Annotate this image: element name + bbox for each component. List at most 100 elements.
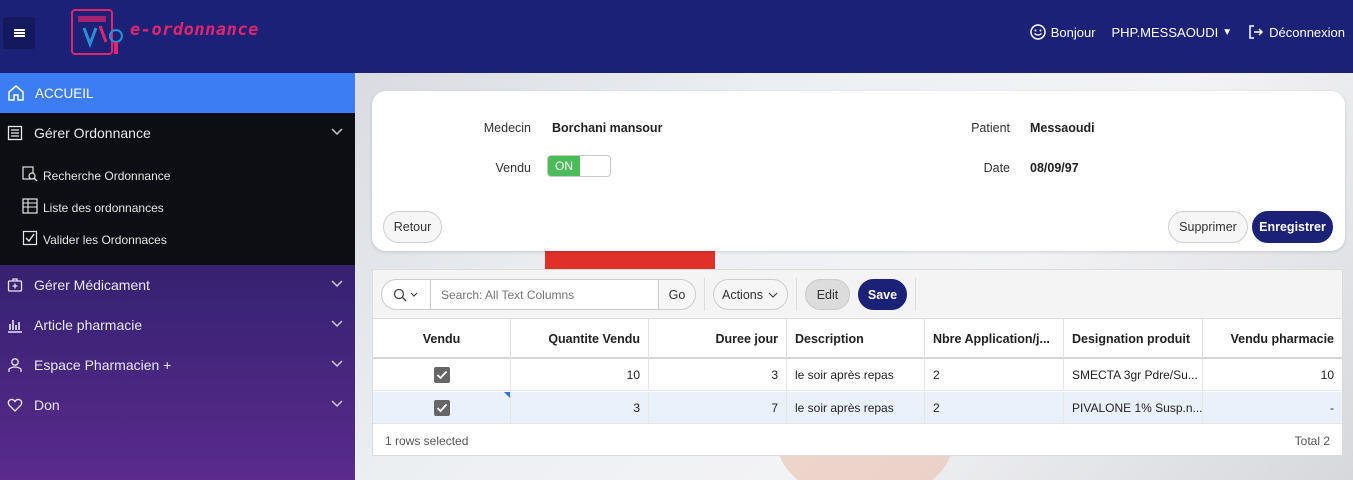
cell-vendu-pharmacie[interactable]: 10 [1203, 359, 1342, 391]
cell-designation[interactable]: PIVALONE 1% Susp.n... [1064, 392, 1203, 424]
sidebar-item-gerer-medicament[interactable]: Gérer Médicament [0, 265, 355, 305]
toggle-on-label: ON [548, 156, 580, 176]
toolbar-separator [796, 278, 797, 311]
sidebar: ACCUEIL Gérer Ordonnance Recherche Ordon… [0, 73, 355, 480]
cell-quantite[interactable]: 10 [511, 359, 649, 391]
date-value: 08/09/97 [1030, 161, 1079, 175]
supprimer-button[interactable]: Supprimer [1168, 211, 1248, 243]
grid-footer: 1 rows selected Total 2 [373, 425, 1342, 455]
total-count: Total 2 [1294, 434, 1330, 448]
cell-duree[interactable]: 7 [649, 392, 787, 424]
chevron-down-icon [768, 292, 778, 298]
column-header-quantite[interactable]: Quantite Vendu [511, 319, 649, 359]
checkbox-icon [22, 230, 38, 246]
cell-designation[interactable]: SMECTA 3gr Pdre/Su... [1064, 359, 1203, 391]
sidebar-subitem-label: Recherche Ordonnance [43, 169, 171, 183]
cell-nbre-application[interactable]: 2 [925, 392, 1064, 424]
vendu-label: Vendu [495, 161, 531, 175]
sidebar-subitem-valider[interactable]: Valider les Ordonnaces [22, 225, 167, 247]
greeting-label: Bonjour [1050, 24, 1096, 40]
vendu-toggle[interactable]: ON [547, 155, 611, 177]
table-row[interactable]: 10 3 le soir après repas 2 SMECTA 3gr Pd… [373, 359, 1342, 391]
column-header-nbre-application[interactable]: Nbre Application/j... [925, 319, 1064, 359]
logo-text: e-ordonnance [130, 20, 259, 40]
go-button[interactable]: Go [658, 279, 696, 310]
ordonnance-form-card: Medecin Borchani mansour Patient Messaou… [372, 91, 1345, 251]
search-icon [393, 288, 418, 301]
cell-vendu[interactable] [373, 359, 511, 391]
column-header-vendu-pharmacie[interactable]: Vendu pharmacie [1203, 319, 1342, 359]
user-menu: Bonjour PHP.MESSAOUDI ▼ Déconnexion [1014, 24, 1345, 40]
save-button[interactable]: Save [858, 279, 907, 310]
sidebar-item-gerer-ordonnance[interactable]: Gérer Ordonnance [0, 113, 355, 153]
home-icon [8, 85, 24, 101]
greeting: Bonjour [1029, 24, 1096, 40]
patient-value: Messaoudi [1030, 121, 1095, 135]
hamburger-icon [13, 29, 25, 31]
sidebar-subitem-label: Liste des ordonnances [43, 201, 164, 215]
sidebar-subitem-recherche[interactable]: Recherche Ordonnance [22, 161, 170, 183]
sidebar-item-label: Espace Pharmacien + [34, 357, 172, 373]
chart-icon [8, 320, 22, 333]
menu-toggle-button[interactable] [3, 17, 35, 49]
chevron-down-icon [331, 400, 343, 408]
sidebar-item-label: ACCUEIL [35, 85, 94, 101]
chevron-down-icon [331, 360, 343, 368]
chevron-down-icon [331, 280, 343, 288]
checkbox-checked-icon[interactable] [433, 400, 450, 416]
actions-menu-button[interactable]: Actions [713, 279, 788, 310]
logout-link[interactable]: Déconnexion [1248, 24, 1345, 40]
sidebar-item-article-pharmacie[interactable]: Article pharmacie [0, 305, 355, 345]
cell-description[interactable]: le soir après repas [787, 392, 925, 424]
sidebar-item-espace-pharmacien[interactable]: Espace Pharmacien + [0, 345, 355, 385]
top-bar: e-ordonnance Bonjour PHP.MESSAOUDI ▼ Déc… [0, 0, 1353, 73]
column-header-duree[interactable]: Duree jour [649, 319, 787, 359]
medecin-value: Borchani mansour [552, 121, 663, 135]
changed-marker-icon [504, 392, 510, 398]
cell-vendu-pharmacie[interactable]: - [1203, 392, 1342, 424]
cell-vendu[interactable] [373, 392, 511, 424]
column-header-vendu[interactable]: Vendu [373, 319, 511, 359]
patient-label: Patient [971, 121, 1010, 135]
user-dropdown[interactable]: PHP.MESSAOUDI ▼ [1112, 25, 1233, 40]
grid-header: Vendu Quantite Vendu Duree jour Descript… [373, 319, 1342, 359]
app-logo[interactable]: e-ordonnance [68, 6, 308, 58]
table-row-selected[interactable]: 3 7 le soir après repas 2 PIVALONE 1% Su… [373, 392, 1342, 424]
smiley-icon [1029, 24, 1046, 40]
checkbox-checked-icon[interactable] [433, 367, 450, 383]
retour-button[interactable]: Retour [383, 211, 442, 243]
sidebar-subitem-liste[interactable]: Liste des ordonnances [22, 193, 164, 215]
toolbar-separator [704, 278, 705, 311]
column-header-description[interactable]: Description [787, 319, 925, 359]
logout-icon [1249, 25, 1264, 39]
table-icon [22, 198, 38, 214]
sidebar-item-label: Don [34, 397, 60, 413]
sidebar-item-label: Gérer Ordonnance [34, 125, 151, 141]
sidebar-item-don[interactable]: Don [0, 385, 355, 425]
edit-button[interactable]: Edit [805, 279, 850, 310]
medecin-label: Medecin [483, 121, 531, 135]
search-doc-icon [22, 166, 38, 182]
cell-nbre-application[interactable]: 2 [925, 359, 1064, 391]
chevron-down-icon [331, 320, 343, 328]
column-header-designation[interactable]: Designation produit [1064, 319, 1203, 359]
selection-count: 1 rows selected [385, 434, 469, 448]
sidebar-item-label: Gérer Médicament [34, 277, 150, 293]
logout-label: Déconnexion [1269, 24, 1345, 40]
heart-icon [7, 398, 23, 412]
search-column-select[interactable] [381, 279, 431, 310]
actions-label: Actions [722, 287, 763, 302]
cell-quantite[interactable]: 3 [511, 392, 649, 424]
grid-search-input[interactable] [431, 279, 659, 310]
chevron-down-icon [331, 128, 343, 136]
caret-down-icon: ▼ [1222, 26, 1233, 38]
sidebar-item-accueil[interactable]: ACCUEIL [0, 73, 355, 113]
enregistrer-button[interactable]: Enregistrer [1252, 211, 1333, 243]
list-icon [7, 125, 23, 141]
toolbar-separator [915, 278, 916, 311]
sidebar-item-label: Article pharmacie [34, 317, 143, 333]
sidebar-subitem-label: Valider les Ordonnaces [43, 233, 167, 247]
cell-duree[interactable]: 3 [649, 359, 787, 391]
cell-description[interactable]: le soir après repas [787, 359, 925, 391]
prescription-logo-icon [71, 9, 123, 55]
